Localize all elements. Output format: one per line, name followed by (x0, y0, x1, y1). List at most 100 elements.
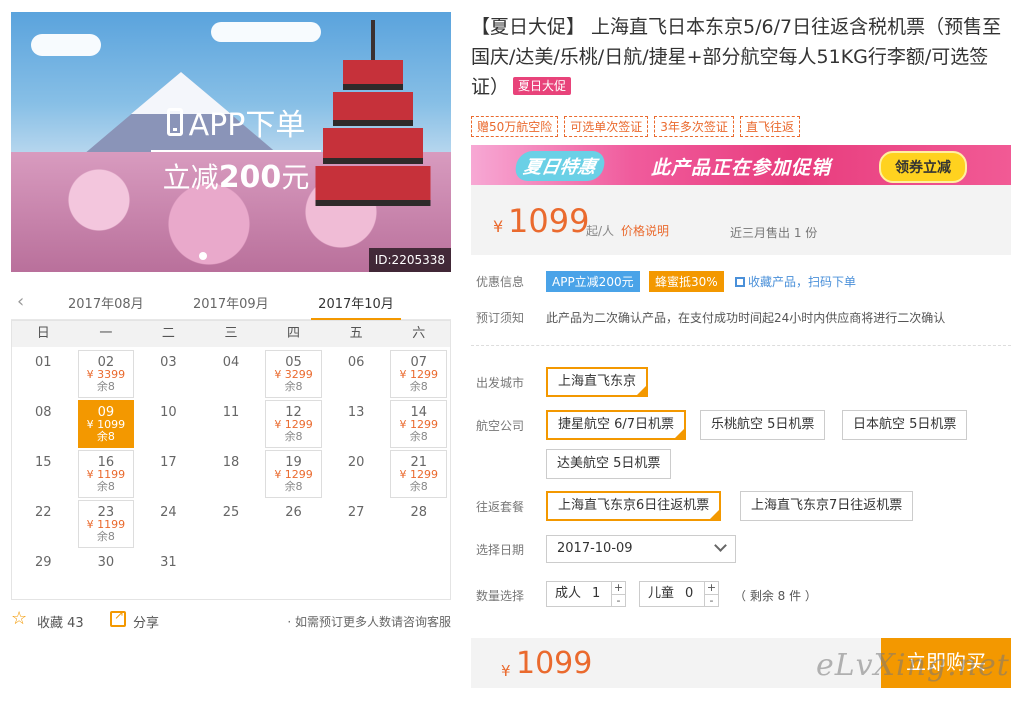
date-select[interactable]: 2017-10-09 (546, 535, 736, 563)
app-discount-text: 立减200元 (162, 160, 310, 195)
promo-banner[interactable]: 夏日特惠 此产品正在参加促销 领券立减 (471, 145, 1011, 185)
day-number: 22 (35, 505, 52, 520)
notice-text: 此产品为二次确认产品，在支付成功时间起24小时内供应商将进行二次确认 (546, 311, 946, 325)
calendar-day-available[interactable]: 05 ¥ 3299 余8 (265, 350, 322, 398)
tab-month-oct[interactable]: 2017年10月 (311, 293, 401, 321)
day-number: 16 (97, 455, 115, 470)
day-number: 03 (160, 355, 177, 370)
child-quantity-stepper[interactable]: 儿童 0 + - (639, 581, 719, 607)
day-number: 15 (35, 455, 52, 470)
option-departure-shanghai[interactable]: 上海直飞东京 (546, 367, 649, 397)
day-number: 31 (160, 555, 177, 570)
calendar-day: 04 (200, 350, 263, 400)
plus-icon[interactable]: + (612, 582, 625, 594)
minus-icon[interactable]: - (612, 594, 625, 606)
qr-order-link[interactable]: 收藏产品，扫码下单 (735, 273, 856, 290)
share-button[interactable]: 分享 (133, 612, 159, 631)
tag-single-visa: 可选单次签证 (564, 116, 649, 137)
calendar-day: 08 (12, 400, 75, 450)
qr-code-icon (735, 277, 745, 287)
calendar-day: 30 (75, 550, 138, 600)
calendar-day-available[interactable]: 02 ¥ 3399 余8 (77, 350, 135, 398)
promo-text: 此产品正在参加促销 (651, 157, 832, 179)
share-icon[interactable] (110, 608, 126, 627)
option-airline-delta[interactable]: 达美航空 5日机票 (546, 449, 672, 479)
get-coupon-button[interactable]: 领券立减 (879, 151, 967, 183)
weekday-label: 二 (161, 326, 175, 341)
product-id-badge: ID:2205338 (368, 248, 451, 272)
promo-badge: 夏日大促 (513, 77, 572, 95)
calendar-day: 31 (137, 550, 200, 600)
option-airline-jal[interactable]: 日本航空 5日机票 (842, 410, 968, 440)
price-explain-link[interactable]: 价格说明 (621, 222, 669, 239)
calendar-day: 20 (325, 450, 388, 500)
favorite-button[interactable]: 收藏 43 (37, 612, 84, 631)
calendar-day: 10 (137, 400, 200, 450)
day-number: 24 (160, 505, 177, 520)
adult-quantity-stepper[interactable]: 成人 1 + - (546, 581, 626, 607)
option-airline-peach[interactable]: 乐桃航空 5日机票 (700, 410, 826, 440)
day-stock: 余8 (96, 430, 115, 443)
day-stock: 余8 (96, 380, 115, 393)
calendar-day-available[interactable]: 23 ¥ 1199 余8 (77, 500, 135, 548)
contact-note: · 如需预订更多人数请咨询客服 (287, 615, 451, 629)
package-label: 往返套餐 (476, 500, 525, 514)
day-number: 28 (410, 505, 427, 520)
calendar-day-available[interactable]: 16 ¥ 1199 余8 (77, 450, 135, 498)
quantity-label: 数量选择 (476, 589, 525, 603)
calendar-day-available[interactable]: 19 ¥ 1299 余8 (265, 450, 322, 498)
tag-insurance: 赠50万航空险 (471, 116, 559, 137)
calendar-day: 01 (12, 350, 75, 400)
calendar-day-available[interactable]: 09 ¥ 1099 余8 (77, 400, 135, 448)
tab-month-aug[interactable]: 2017年08月 (68, 293, 144, 312)
total-price: 1099 (516, 646, 593, 681)
day-number: 13 (347, 405, 365, 420)
calendar-day-available[interactable]: 14 ¥ 1299 余8 (390, 400, 447, 448)
day-number: 02 (97, 355, 115, 370)
app-discount-chip[interactable]: APP立减200元 (546, 271, 640, 292)
child-quantity-value[interactable]: 0 (685, 582, 693, 606)
buy-now-button[interactable]: 立即购买 (881, 638, 1011, 688)
day-number: 19 (285, 455, 302, 470)
day-number: 18 (222, 455, 240, 470)
day-stock: 余8 (284, 430, 303, 443)
airline-label: 航空公司 (476, 419, 525, 433)
honey-chip[interactable]: 蜂蜜抵30% (649, 271, 724, 292)
option-airline-jetstar[interactable]: 捷星航空 6/7日机票 (546, 410, 687, 440)
offers-label: 优惠信息 (476, 275, 525, 289)
day-number: 04 (222, 355, 240, 370)
chevron-left-icon[interactable]: ‹ (17, 291, 24, 312)
adult-quantity-value[interactable]: 1 (592, 582, 600, 606)
calendar-day-available[interactable]: 21 ¥ 1299 余8 (390, 450, 447, 498)
calendar-day-available[interactable]: 12 ¥ 1299 余8 (265, 400, 322, 448)
departure-calendar: 日 一 二 三 四 五 六 01 02 ¥ 3399 余8 03 04 05 ¥ 3299 余8 06 07 ¥ … (11, 320, 451, 600)
carousel-dot[interactable] (199, 252, 207, 260)
price-box: ¥ 1099 起/人 价格说明 近三月售出 1 份 (471, 185, 1011, 255)
weekday-label: 六 (412, 326, 426, 341)
remaining-stock: （ 剩余 8 件 ） (734, 589, 817, 603)
day-number: 10 (160, 405, 177, 420)
calendar-day: 06 (325, 350, 388, 400)
day-stock: 余8 (409, 480, 428, 493)
weekday-label: 五 (349, 326, 363, 341)
product-hero-image[interactable]: APP下单 立减200元 ID:2205338 (11, 12, 451, 272)
calendar-day: 17 (137, 450, 200, 500)
day-number: 12 (285, 405, 302, 420)
day-stock: 余8 (409, 380, 428, 393)
option-package-6day[interactable]: 上海直飞东京6日往返机票 (546, 491, 722, 521)
chevron-down-icon (714, 539, 727, 552)
offers-row: 优惠信息 APP立减200元 蜂蜜抵30% 收藏产品，扫码下单 (476, 271, 1016, 293)
day-stock: 余8 (409, 430, 428, 443)
divider (151, 150, 321, 152)
calendar-weekday-header: 日一二三四五六 (12, 321, 450, 347)
tab-month-sep[interactable]: 2017年09月 (193, 293, 269, 312)
minus-icon[interactable]: - (705, 594, 718, 606)
day-number: 26 (285, 505, 302, 520)
option-package-7day[interactable]: 上海直飞东京7日往返机票 (740, 491, 914, 521)
star-icon[interactable]: ☆ (11, 608, 27, 629)
day-number: 29 (35, 555, 52, 570)
weekday-label: 日 (36, 326, 50, 341)
plus-icon[interactable]: + (705, 582, 718, 594)
weekday-label: 四 (287, 326, 301, 341)
calendar-day-available[interactable]: 07 ¥ 1299 余8 (390, 350, 447, 398)
